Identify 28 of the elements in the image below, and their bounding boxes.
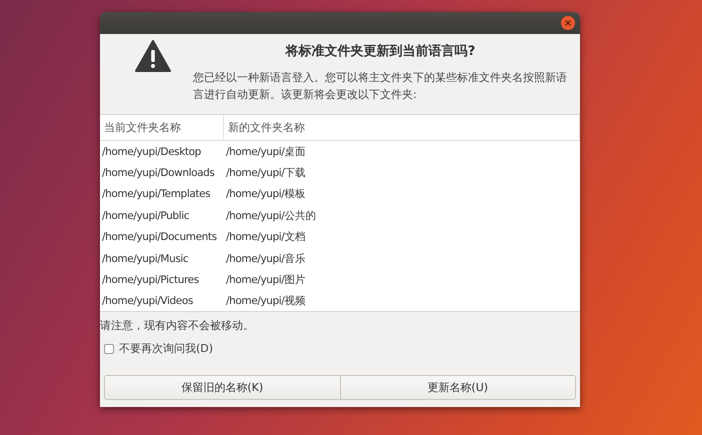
- checkbox-label: 不要再次询问我(D): [119, 341, 214, 356]
- table-cell-text: /home/yupi/下载: [225, 166, 306, 180]
- dialog-button[interactable]: 保留旧的名称(K): [104, 375, 340, 400]
- table-cell-text: /home/yupi/Desktop: [101, 146, 201, 158]
- table-cell-text: /home/yupi/视频: [225, 294, 306, 308]
- table-cell-text: /home/yupi/公共的: [225, 208, 316, 223]
- table-cell-text: /home/yupi/Documents: [101, 231, 217, 244]
- table-cell-text: /home/yupi/Videos: [101, 295, 193, 308]
- checkbox[interactable]: [104, 344, 114, 354]
- column-header[interactable]: 当前文件夹名称: [100, 115, 224, 140]
- dialog-message: 您已经以一种新语言登入。您可以将主文件夹下的某些标准文件夹名按照新语言进行自动更新。该更新将会更改以下文件夹:: [193, 70, 568, 103]
- dialog-button[interactable]: 更新名称(U): [340, 375, 576, 400]
- table-cell-text: /home/yupi/Downloads: [101, 167, 214, 180]
- column-header[interactable]: 新的文件夹名称: [224, 115, 580, 140]
- dialog-title: 将标准文件夹更新到当前语言吗?: [284, 42, 476, 60]
- close-icon: [565, 20, 571, 26]
- table-cell-text: /home/yupi/图片: [225, 273, 306, 288]
- note-text: 请注意，现有内容不会被移动。: [100, 318, 255, 333]
- table-cell-text: /home/yupi/Templates: [101, 188, 210, 200]
- table-cell-text: /home/yupi/Music: [101, 252, 188, 265]
- close-button[interactable]: [561, 16, 575, 30]
- table-cell-text: /home/yupi/文档: [225, 230, 306, 244]
- table-cell-text: /home/yupi/Public: [101, 210, 190, 222]
- table-cell-text: /home/yupi/桌面: [225, 144, 306, 159]
- table-cell-text: /home/yupi/Pictures: [101, 274, 199, 286]
- table-cell-text: /home/yupi/音乐: [225, 252, 306, 266]
- table-cell-text: /home/yupi/模板: [225, 187, 306, 202]
- warning-icon: [135, 40, 171, 72]
